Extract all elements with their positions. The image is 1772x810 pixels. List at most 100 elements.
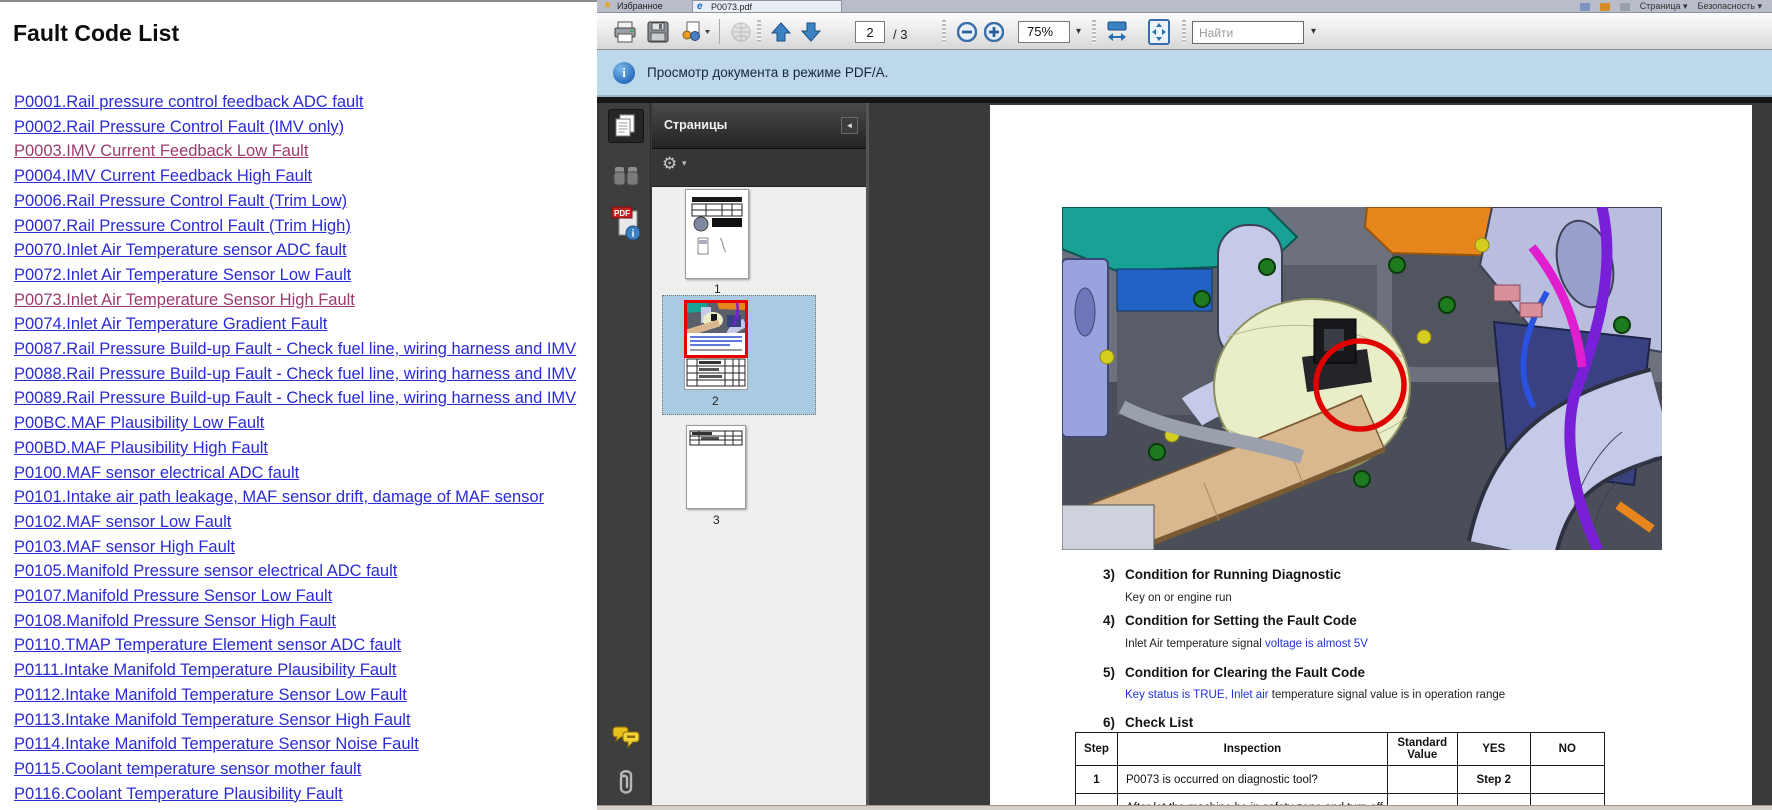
ie-icon: e [697, 1, 703, 12]
check-table-cell: Step 2 [1457, 766, 1530, 794]
check-table-row: After let the machine be in safety zone … [1076, 794, 1605, 806]
fault-code-link[interactable]: P0007.Rail Pressure Control Fault (Trim … [14, 214, 597, 239]
check-table-cell [1387, 794, 1457, 806]
svg-text:i: i [632, 229, 635, 240]
fault-code-link[interactable]: P0002.Rail Pressure Control Fault (IMV o… [14, 115, 597, 140]
fault-code-link[interactable]: P0114.Intake Manifold Temperature Sensor… [14, 732, 597, 757]
save-button[interactable] [644, 18, 672, 45]
check-table-header: NO [1530, 733, 1604, 766]
pages-icon [616, 115, 636, 137]
page-number-input[interactable] [855, 21, 885, 43]
fault-code-link[interactable]: P0088.Rail Pressure Build-up Fault - Che… [14, 362, 597, 387]
fault-code-link[interactable]: P00BD.MAF Plausibility High Fault [14, 436, 597, 461]
comments-button[interactable] [608, 721, 644, 755]
fault-code-link[interactable]: P0102.MAF sensor Low Fault [14, 510, 597, 535]
viewer-content: PDF i Страницы ◄ ⚙ ▾ [597, 97, 1772, 805]
fault-code-link[interactable]: P0112.Intake Manifold Temperature Sensor… [14, 683, 597, 708]
pdfa-info-bar: i Просмотр документа в режиме PDF/A. [597, 50, 1772, 97]
fault-code-link[interactable]: P0006.Rail Pressure Control Fault (Trim … [14, 189, 597, 214]
fault-code-link[interactable]: P0100.MAF sensor electrical ADC fault [14, 461, 597, 486]
page-thumbnail-2-lower[interactable] [684, 358, 748, 390]
fault-code-link[interactable]: P0004.IMV Current Feedback High Fault [14, 164, 597, 189]
screen: Fault Code List P0001.Rail pressure cont… [0, 0, 1772, 810]
fault-code-list-page: Fault Code List P0001.Rail pressure cont… [0, 0, 597, 810]
section-4-heading: Condition for Setting the Fault Code [1125, 613, 1357, 628]
collaborate-button [727, 18, 755, 45]
safety-menu[interactable]: Безопасность ▾ [1698, 1, 1762, 12]
fault-code-link[interactable]: P0113.Intake Manifold Temperature Sensor… [14, 708, 597, 733]
attachments-paperclip-button[interactable] [608, 765, 644, 799]
toolbar-separator [719, 19, 720, 44]
fault-code-link[interactable]: P0087.Rail Pressure Build-up Fault - Che… [14, 337, 597, 362]
fault-code-link[interactable]: P0070.Inlet Air Temperature sensor ADC f… [14, 238, 597, 263]
navigation-icon-strip: PDF i [600, 103, 651, 805]
check-table-cell [1530, 766, 1604, 794]
pdf-page-2: 3) Condition for Running Diagnostic Key … [990, 105, 1752, 805]
page-thumbnail-2[interactable] [684, 300, 748, 358]
browser-tab[interactable]: e P0073.pdf [692, 0, 842, 13]
fault-code-link[interactable]: P00BC.MAF Plausibility Low Fault [14, 411, 597, 436]
check-table-cell [1457, 794, 1530, 806]
fit-width-button[interactable] [1103, 18, 1131, 45]
collapse-panel-button[interactable]: ◄ [841, 117, 858, 134]
fault-code-link[interactable]: P0110.TMAP Temperature Element sensor AD… [14, 633, 597, 658]
fault-code-link[interactable]: P0072.Inlet Air Temperature Sensor Low F… [14, 263, 597, 288]
fault-code-link[interactable]: P0103.MAF sensor High Fault [14, 535, 597, 560]
fault-code-link[interactable]: P0073.Inlet Air Temperature Sensor High … [14, 288, 597, 313]
pages-panel: Страницы ◄ ⚙ ▾ [652, 103, 866, 805]
check-list-table: StepInspectionStandard ValueYESNO1P0073 … [1075, 732, 1605, 805]
search-binoculars-button[interactable] [608, 159, 644, 193]
previous-page-button[interactable] [767, 18, 795, 45]
thumbnail-2-preview [687, 303, 745, 355]
zoom-dropdown-caret[interactable]: ▾ [1076, 26, 1081, 37]
print-page-icon[interactable] [1620, 3, 1630, 11]
fault-code-link[interactable]: P0105.Manifold Pressure sensor electrica… [14, 559, 597, 584]
check-table-cell [1387, 766, 1457, 794]
fault-code-link[interactable]: P0001.Rail pressure control feedback ADC… [14, 90, 597, 115]
info-icon: i [613, 62, 635, 84]
print-button[interactable] [611, 18, 639, 45]
thumbnail-1-preview [686, 190, 748, 278]
fault-code-link[interactable]: P0089.Rail Pressure Build-up Fault - Che… [14, 386, 597, 411]
page-menu[interactable]: Страница ▾ [1640, 1, 1688, 12]
find-input[interactable] [1192, 21, 1304, 44]
favorites-label[interactable]: Избранное [617, 1, 663, 11]
section-5-heading: Condition for Clearing the Fault Code [1125, 665, 1365, 680]
fault-code-link[interactable]: P0101.Intake air path leakage, MAF senso… [14, 485, 597, 510]
toolbar-grip [1092, 20, 1096, 43]
zoom-out-button[interactable] [955, 18, 979, 45]
fault-code-link[interactable]: P0111.Intake Manifold Temperature Plausi… [14, 658, 597, 683]
info-message: Просмотр документа в режиме PDF/A. [647, 65, 888, 80]
panel-options-gear-button[interactable]: ⚙ ▾ [662, 154, 687, 174]
check-table-header: YES [1457, 733, 1530, 766]
fault-code-link[interactable]: P0003.IMV Current Feedback Low Fault [14, 139, 597, 164]
section-3-body: Key on or engine run [1125, 592, 1232, 604]
feeds-icon[interactable] [1600, 3, 1610, 11]
check-table-cell [1076, 794, 1118, 806]
share-button[interactable] [677, 18, 713, 45]
fault-code-link[interactable]: P0074.Inlet Air Temperature Gradient Fau… [14, 312, 597, 337]
favorites-star-icon[interactable]: ★ [603, 0, 612, 11]
fault-code-link[interactable]: P0108.Manifold Pressure Sensor High Faul… [14, 609, 597, 634]
fit-page-button[interactable] [1145, 18, 1173, 45]
page-thumbnail-3[interactable] [686, 425, 746, 509]
zoom-level-select[interactable]: 75% [1018, 21, 1070, 43]
pdf-standards-icon[interactable]: PDF i [608, 203, 644, 243]
thumbnail-2-table [685, 358, 747, 388]
next-page-button[interactable] [797, 18, 825, 45]
page-thumbnail-1[interactable] [685, 189, 749, 279]
engine-component-image [1062, 207, 1662, 550]
svg-text:PDF: PDF [614, 209, 630, 218]
zoom-in-button[interactable] [982, 18, 1006, 45]
thumbnail-3-preview [687, 426, 745, 508]
fault-code-link[interactable]: P0116.Coolant Temperature Plausibility F… [14, 782, 597, 807]
find-dropdown-caret[interactable]: ▾ [1311, 26, 1316, 37]
check-table-cell: P0073 is occurred on diagnostic tool? [1118, 766, 1388, 794]
fault-code-link[interactable]: P0107.Manifold Pressure Sensor Low Fault [14, 584, 597, 609]
toolbar-grip [1182, 20, 1186, 43]
fault-code-link[interactable]: P0115.Coolant temperature sensor mother … [14, 757, 597, 782]
document-pane[interactable]: 3) Condition for Running Diagnostic Key … [869, 103, 1772, 805]
panel-options-row: ⚙ ▾ [652, 149, 866, 187]
check-table-cell: After let the machine be in safety zone … [1118, 794, 1388, 806]
home-icon[interactable] [1580, 3, 1590, 11]
